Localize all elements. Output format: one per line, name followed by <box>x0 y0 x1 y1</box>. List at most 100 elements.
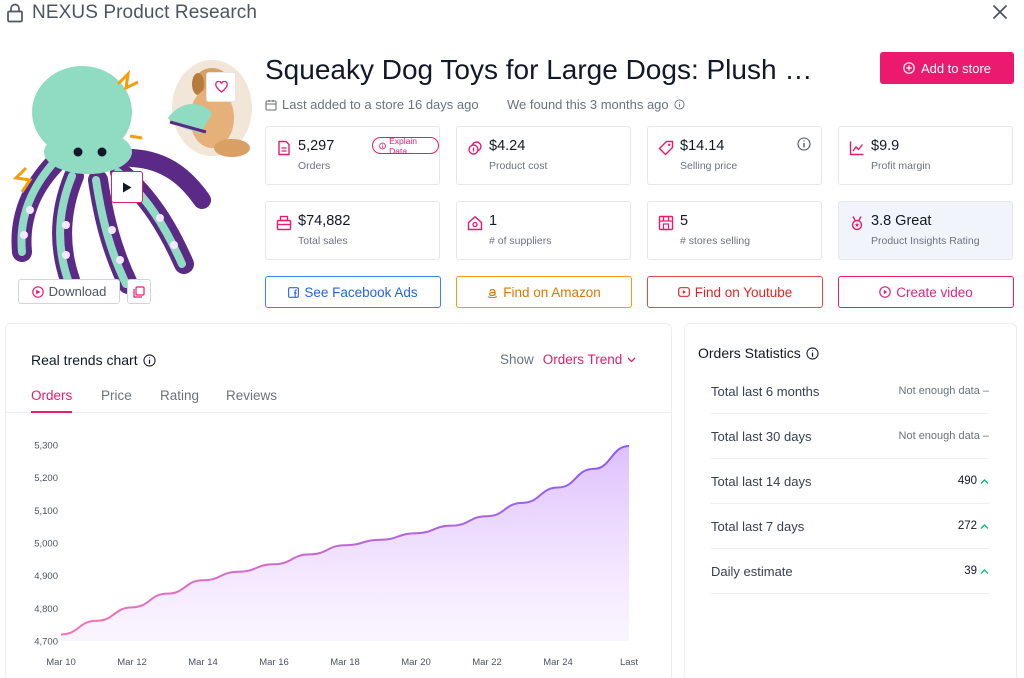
copy-icon <box>133 285 145 298</box>
stat-label: Orders <box>298 160 331 172</box>
add-to-store-label: Add to store <box>920 60 992 76</box>
arrow-up-icon <box>980 568 989 574</box>
orders-statistics-panel: Orders Statistics Total last 6 months No… <box>684 323 1017 678</box>
orders-stats-title: Orders Statistics <box>698 345 819 361</box>
y-tick-label: 5,100 <box>34 506 58 517</box>
facebook-label: See Facebook Ads <box>304 284 418 300</box>
stat-label: # stores selling <box>680 235 751 247</box>
stat-value: $9.9 <box>871 138 900 154</box>
last-added-text: Last added to a store 16 days ago <box>282 97 479 112</box>
document-icon <box>278 140 290 156</box>
stat-value: 3.8 Great <box>871 213 932 229</box>
row-value: 272 <box>958 520 989 532</box>
x-tick-label: Mar 24 <box>543 657 573 668</box>
download-label: Download <box>48 284 107 299</box>
info-icon[interactable] <box>674 99 685 110</box>
row-value: 490 <box>958 475 989 487</box>
favorite-button[interactable] <box>206 72 236 102</box>
tab-rating[interactable]: Rating <box>160 388 199 413</box>
stat-card-product-cost: $4.24 Product cost <box>456 126 631 185</box>
x-tick-label: Mar 20 <box>401 657 431 668</box>
row-label: Daily estimate <box>711 563 793 579</box>
row-value: Not enough data – <box>899 385 989 397</box>
title-bar: NEXUS Product Research <box>0 0 1024 28</box>
youtube-label: Find on Youtube <box>694 284 793 300</box>
row-value-text: 39 <box>964 565 977 577</box>
found-info: We found this 3 months ago <box>507 97 685 112</box>
stat-row-30-days: Total last 30 days Not enough data – <box>711 414 989 459</box>
add-to-store-button[interactable]: Add to store <box>880 52 1014 84</box>
copy-button[interactable] <box>127 279 151 304</box>
show-selector: Show Orders Trend <box>500 352 636 367</box>
trends-title-text: Real trends chart <box>31 352 138 368</box>
row-label: Total last 30 days <box>711 428 812 444</box>
info-icon[interactable] <box>797 137 811 151</box>
play-circle-icon <box>879 286 892 298</box>
stat-value: 5,297 <box>298 138 335 154</box>
real-trends-panel: Real trends chart Show Orders Trend Orde… <box>5 323 672 678</box>
close-icon[interactable] <box>990 2 1010 22</box>
youtube-icon <box>677 287 690 297</box>
create-video-button[interactable]: Create video <box>838 276 1014 308</box>
chevron-down-icon <box>627 357 636 362</box>
y-tick-label: 4,900 <box>34 571 58 582</box>
tab-price[interactable]: Price <box>101 388 132 413</box>
arrow-up-icon <box>980 478 989 484</box>
stat-value: 5 <box>680 213 689 229</box>
row-value: 39 <box>964 565 989 577</box>
create-video-label: Create video <box>896 284 973 300</box>
y-tick-label: 5,200 <box>34 473 58 484</box>
y-tick-label: 5,000 <box>34 539 58 550</box>
info-icon[interactable] <box>806 346 819 360</box>
stat-label: # of suppliers <box>489 235 552 247</box>
x-tick-label: Mar 14 <box>188 657 218 668</box>
stat-card-total-sales: $74,882 Total sales <box>265 201 440 260</box>
orders-trend-chart: 4,700 4,800 4,900 5,000 5,100 5,200 5,300 Mar … <box>34 441 638 669</box>
stat-card-profit-margin: $9.9 Profit margin <box>838 126 1013 185</box>
find-on-amazon-button[interactable]: Find on Amazon <box>456 276 632 308</box>
amazon-icon <box>488 289 498 298</box>
stat-value: 1 <box>489 213 498 229</box>
play-icon <box>123 182 132 192</box>
tab-orders[interactable]: Orders <box>31 388 73 413</box>
chart-area <box>61 445 629 641</box>
stat-value: $4.24 <box>489 138 526 154</box>
stat-label: Product cost <box>489 160 548 172</box>
tag-icon <box>658 140 674 156</box>
trend-type-dropdown[interactable]: Orders Trend <box>543 352 637 367</box>
stat-card-suppliers: 1 # of suppliers <box>456 201 631 260</box>
calendar-icon <box>265 99 277 111</box>
find-on-youtube-button[interactable]: Find on Youtube <box>647 276 823 308</box>
explain-data-button[interactable]: Explain Data <box>372 136 439 156</box>
stat-row-6-months: Total last 6 months Not enough data – <box>711 369 989 414</box>
stat-row-14-days: Total last 14 days 490 <box>711 459 989 504</box>
download-button[interactable]: Download <box>18 279 120 304</box>
trend-type-value: Orders Trend <box>542 352 623 367</box>
play-video-button[interactable] <box>111 171 143 203</box>
orders-stats-title-text: Orders Statistics <box>698 345 801 361</box>
found-text: We found this 3 months ago <box>507 97 669 112</box>
info-icon[interactable] <box>143 353 156 367</box>
stat-value: $14.14 <box>680 138 725 154</box>
x-tick-label: Mar 18 <box>330 657 360 668</box>
see-facebook-ads-button[interactable]: See Facebook Ads <box>265 276 441 308</box>
x-tick-label: Mar 22 <box>472 657 502 668</box>
y-tick-label: 5,300 <box>34 441 58 452</box>
facebook-icon <box>288 286 300 298</box>
stat-card-selling-price: $14.14 Selling price <box>647 126 822 185</box>
dash-icon: – <box>982 430 989 442</box>
stat-label: Product Insights Rating <box>871 235 980 247</box>
register-icon <box>276 215 292 231</box>
home-icon <box>467 215 483 231</box>
row-value-text: 490 <box>957 475 977 487</box>
tab-reviews[interactable]: Reviews <box>226 388 277 413</box>
row-label: Total last 6 months <box>711 383 820 399</box>
last-added-info: Last added to a store 16 days ago <box>265 97 479 112</box>
heart-icon <box>214 81 228 93</box>
stat-label: Selling price <box>680 160 738 172</box>
x-tick-label: Mar 16 <box>259 657 289 668</box>
stat-row-daily-estimate: Daily estimate 39 <box>711 549 989 594</box>
row-value-text: Not enough data <box>898 385 980 397</box>
row-value-text: Not enough data <box>898 430 980 442</box>
trend-tabs: Orders Price Rating Reviews <box>6 384 671 413</box>
